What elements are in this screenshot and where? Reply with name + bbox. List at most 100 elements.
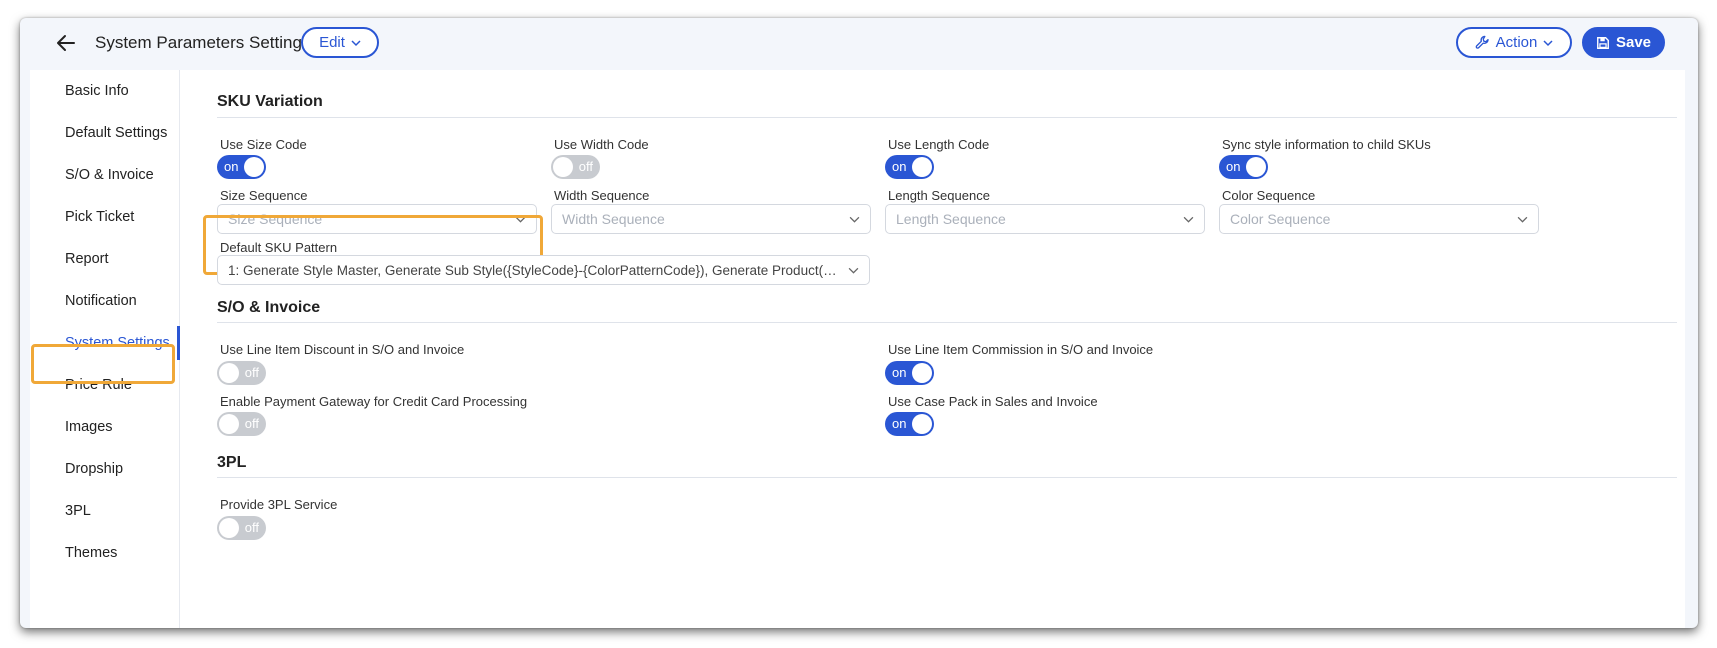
floppy-disk-icon	[1597, 36, 1609, 49]
provide-3pl-service-label: Provide 3PL Service	[220, 497, 338, 512]
toggle-state: off	[244, 520, 259, 535]
save-button[interactable]: Save	[1582, 27, 1665, 58]
chevron-down-icon	[1517, 216, 1528, 223]
toggle-state: on	[892, 365, 907, 380]
line-item-commission-toggle[interactable]: on	[885, 361, 934, 385]
sidebar-item-dropship[interactable]: Dropship	[30, 452, 180, 486]
use-size-code-toggle[interactable]: on	[217, 155, 266, 179]
line-item-discount-label: Use Line Item Discount in S/O and Invoic…	[220, 342, 465, 357]
sidebar-item-label: System Settings	[65, 335, 170, 351]
sidebar-item-system-settings[interactable]: System Settings	[30, 326, 180, 360]
wrench-icon	[1475, 35, 1489, 49]
toggle-knob	[912, 363, 932, 383]
sidebar-item-3pl[interactable]: 3PL	[30, 494, 180, 528]
toggle-state: on	[892, 416, 907, 431]
toggle-knob	[912, 414, 932, 434]
sidebar: Basic Info Default Settings S/O & Invoic…	[30, 70, 180, 628]
case-pack-toggle[interactable]: on	[885, 412, 934, 436]
sidebar-item-so-invoice[interactable]: S/O & Invoice	[30, 158, 180, 192]
section-title-so-invoice: S/O & Invoice	[217, 299, 321, 316]
sidebar-item-label: Pick Ticket	[65, 209, 135, 225]
section-divider	[217, 117, 1677, 118]
toggle-knob	[244, 157, 264, 177]
sidebar-item-images[interactable]: Images	[30, 410, 180, 444]
chevron-down-icon	[1183, 216, 1194, 223]
page-title: System Parameters Settings	[95, 33, 311, 52]
sidebar-item-report[interactable]: Report	[30, 242, 180, 276]
length-sequence-select[interactable]: Length Sequence	[885, 204, 1205, 234]
use-size-code-label: Use Size Code	[220, 137, 307, 152]
sidebar-item-price-rule[interactable]: Price Rule	[30, 368, 180, 402]
toggle-knob	[912, 157, 932, 177]
main-content: SKU Variation Use Size Code on Use Width…	[180, 70, 1685, 628]
section-divider	[217, 322, 1677, 323]
default-sku-pattern-value: 1: Generate Style Master, Generate Sub S…	[228, 262, 869, 278]
action-button-label: Action	[1495, 34, 1538, 51]
sidebar-item-label: Images	[65, 419, 113, 435]
action-button[interactable]: Action	[1456, 27, 1572, 58]
sidebar-item-label: Default Settings	[65, 125, 168, 141]
width-sequence-placeholder: Width Sequence	[562, 211, 665, 227]
section-title-sku-variation: SKU Variation	[217, 93, 323, 110]
sidebar-item-basic-info[interactable]: Basic Info	[30, 74, 180, 108]
sidebar-item-label: Notification	[65, 293, 137, 309]
edit-button[interactable]: Edit	[301, 27, 379, 58]
toggle-state: off	[578, 159, 593, 174]
toggle-state: on	[892, 159, 907, 174]
back-arrow-icon[interactable]	[54, 31, 78, 55]
color-sequence-label: Color Sequence	[1222, 188, 1316, 203]
save-button-label: Save	[1615, 34, 1652, 51]
section-divider	[217, 477, 1677, 478]
toggle-state: off	[244, 416, 259, 431]
payment-gateway-label: Enable Payment Gateway for Credit Card P…	[220, 394, 528, 409]
sidebar-item-label: S/O & Invoice	[65, 167, 154, 183]
use-length-code-label: Use Length Code	[888, 137, 990, 152]
toggle-knob	[553, 157, 573, 177]
toggle-knob	[219, 518, 239, 538]
line-item-discount-toggle[interactable]: off	[217, 361, 266, 385]
use-length-code-toggle[interactable]: on	[885, 155, 934, 179]
top-bar: System Parameters Settings Edit Action S…	[20, 18, 1698, 70]
chevron-down-icon	[515, 216, 526, 223]
default-sku-pattern-label: Default SKU Pattern	[220, 240, 338, 255]
chevron-down-icon	[849, 216, 860, 223]
toggle-state: off	[244, 365, 259, 380]
toggle-state: on	[1226, 159, 1241, 174]
default-sku-pattern-select[interactable]: 1: Generate Style Master, Generate Sub S…	[217, 255, 870, 285]
color-sequence-select[interactable]: Color Sequence	[1219, 204, 1539, 234]
app-window: System Parameters Settings Edit Action S…	[20, 18, 1698, 628]
length-sequence-label: Length Sequence	[888, 188, 990, 203]
line-item-commission-label: Use Line Item Commission in S/O and Invo…	[888, 342, 1154, 357]
case-pack-label: Use Case Pack in Sales and Invoice	[888, 394, 1098, 409]
length-sequence-placeholder: Length Sequence	[896, 211, 1006, 227]
size-sequence-label: Size Sequence	[220, 188, 308, 203]
sidebar-item-default-settings[interactable]: Default Settings	[30, 116, 180, 150]
sync-style-toggle[interactable]: on	[1219, 155, 1268, 179]
section-title-3pl: 3PL	[217, 454, 247, 471]
chevron-down-icon	[848, 267, 859, 274]
use-width-code-toggle[interactable]: off	[551, 155, 600, 179]
chevron-down-icon	[351, 39, 361, 46]
sidebar-item-pick-ticket[interactable]: Pick Ticket	[30, 200, 180, 234]
edit-button-label: Edit	[319, 34, 345, 51]
sidebar-item-label: Themes	[65, 545, 118, 561]
color-sequence-placeholder: Color Sequence	[1230, 211, 1331, 227]
toggle-knob	[1246, 157, 1266, 177]
sidebar-item-notification[interactable]: Notification	[30, 284, 180, 318]
width-sequence-select[interactable]: Width Sequence	[551, 204, 871, 234]
toggle-state: on	[224, 159, 239, 174]
toggle-knob	[219, 363, 239, 383]
use-width-code-label: Use Width Code	[554, 137, 649, 152]
chevron-down-icon	[1543, 39, 1553, 46]
sidebar-item-label: Price Rule	[65, 377, 132, 393]
size-sequence-placeholder: Size Sequence	[228, 211, 323, 227]
width-sequence-label: Width Sequence	[554, 188, 650, 203]
sidebar-item-label: Report	[65, 251, 109, 267]
size-sequence-select[interactable]: Size Sequence	[217, 204, 537, 234]
sidebar-item-label: Basic Info	[65, 83, 129, 99]
sync-style-label: Sync style information to child SKUs	[1222, 137, 1431, 152]
payment-gateway-toggle[interactable]: off	[217, 412, 266, 436]
sidebar-item-label: 3PL	[65, 503, 91, 519]
provide-3pl-service-toggle[interactable]: off	[217, 516, 266, 540]
sidebar-item-themes[interactable]: Themes	[30, 536, 180, 570]
